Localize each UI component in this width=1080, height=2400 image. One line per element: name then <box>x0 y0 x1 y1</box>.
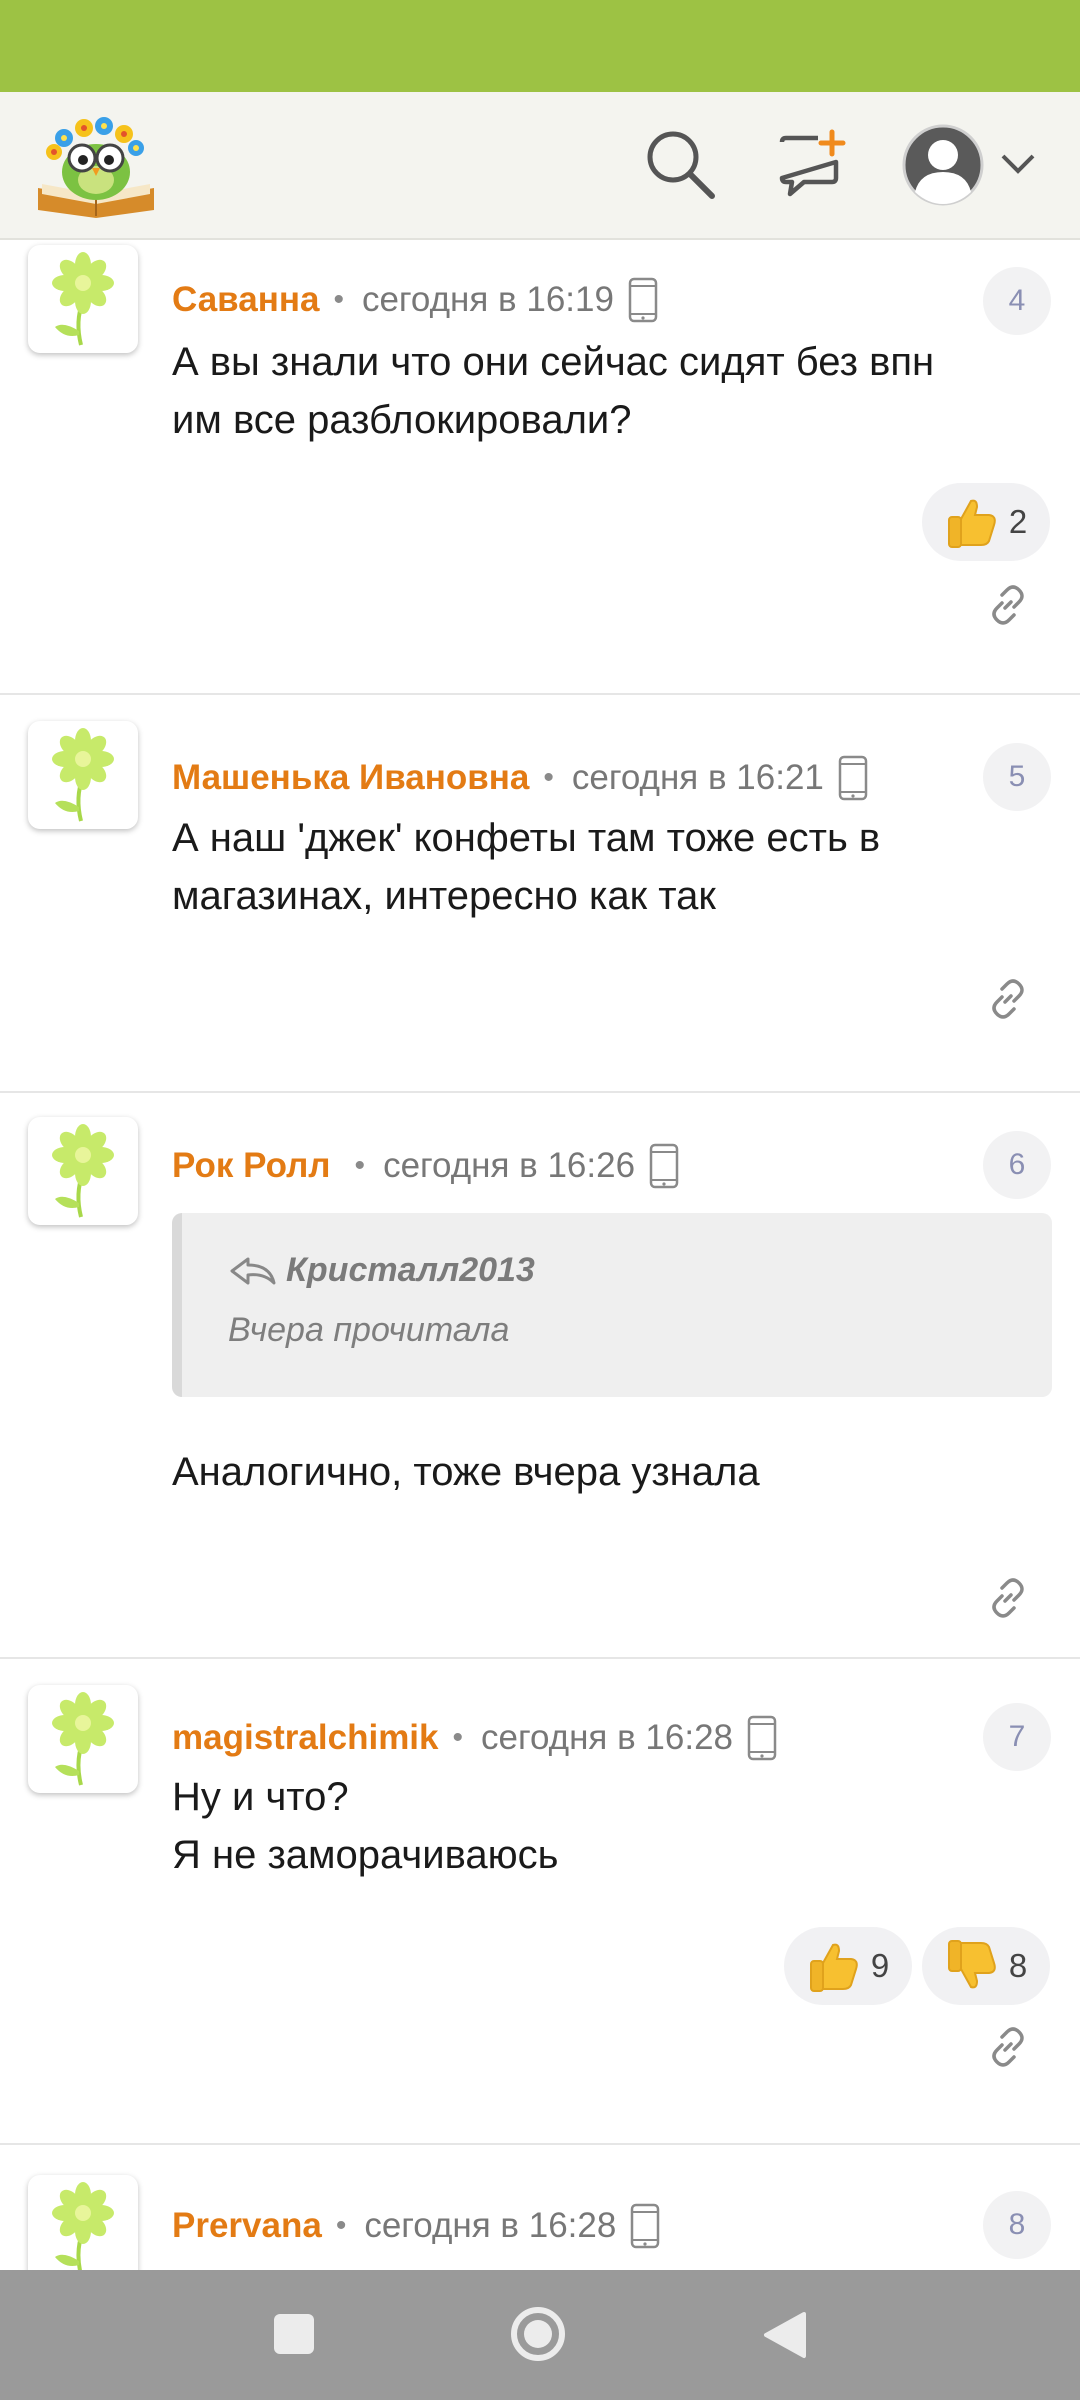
quote-author[interactable]: Кристалл2013 <box>286 1251 535 1290</box>
comment: magistralchimik • сегодня в 16:28 7 Ну и… <box>0 1659 1080 2145</box>
comment-date: сегодня в 16:21 <box>571 758 824 797</box>
comment: Машенька Ивановна • сегодня в 16:21 5 А … <box>0 695 1080 1093</box>
comment-text: Аналогично, тоже вчера узнала <box>172 1450 760 1494</box>
home-button[interactable] <box>508 2304 568 2364</box>
search-icon[interactable] <box>642 126 718 202</box>
quote-text: Вчера прочитала <box>228 1311 510 1349</box>
comment-author[interactable]: Рок Ролл <box>172 1146 331 1186</box>
app-header <box>0 92 1080 240</box>
dislike-button[interactable]: 8 <box>922 1927 1050 2005</box>
comment-date: сегодня в 16:28 <box>481 1718 734 1757</box>
thumbs-up-icon <box>945 495 999 549</box>
comment-author[interactable]: Машенька Ивановна <box>172 758 529 798</box>
mobile-phone-icon <box>649 1143 679 1189</box>
comment-author[interactable]: Prervana <box>172 2206 322 2246</box>
status-bar <box>0 0 1080 92</box>
mobile-phone-icon <box>747 1715 777 1761</box>
like-count: 2 <box>1008 503 1028 540</box>
comment: Рок Ролл • сегодня в 16:26 6 Кристалл201… <box>0 1093 1080 1659</box>
comment-author[interactable]: magistralchimik <box>172 1718 439 1758</box>
user-avatar-icon <box>902 124 984 206</box>
comment-text: Ну и что? Я не заморачиваюсь <box>172 1775 559 1877</box>
back-button[interactable] <box>760 2310 808 2360</box>
site-logo[interactable] <box>34 110 158 220</box>
comment-date: сегодня в 16:19 <box>361 280 614 319</box>
comment-number[interactable]: 7 <box>983 1703 1051 1771</box>
like-button[interactable]: 2 <box>922 483 1050 561</box>
link-icon[interactable] <box>986 1576 1030 1620</box>
comment-date: сегодня в 16:28 <box>364 2206 617 2245</box>
link-icon[interactable] <box>986 977 1030 1021</box>
thumbs-down-icon <box>945 1939 999 1993</box>
link-icon[interactable] <box>986 2025 1030 2069</box>
comment-number[interactable]: 5 <box>983 743 1051 811</box>
chevron-down-icon <box>1001 154 1035 174</box>
comment: Prervana • сегодня в 16:28 8 <box>0 2145 1080 2270</box>
comment: Саванна • сегодня в 16:19 4 А вы знали ч… <box>0 240 1080 695</box>
comment-text: А вы знали что они сейчас сидят без впн … <box>172 340 935 442</box>
system-navigation-bar <box>0 2270 1080 2400</box>
comment-author[interactable]: Саванна <box>172 280 319 320</box>
avatar[interactable] <box>28 721 138 829</box>
comment-text: А наш 'джек' конфеты там тоже есть в маг… <box>172 816 881 918</box>
link-icon[interactable] <box>986 583 1030 627</box>
comment-number[interactable]: 8 <box>983 2191 1051 2259</box>
user-menu-button[interactable] <box>898 120 1038 210</box>
recent-apps-button[interactable] <box>272 2312 316 2356</box>
thumbs-up-icon <box>807 1939 861 1993</box>
mobile-phone-icon <box>838 755 868 801</box>
quote-block: Кристалл2013 Вчера прочитала <box>172 1213 1052 1397</box>
mobile-phone-icon <box>628 277 658 323</box>
comment-number[interactable]: 4 <box>983 267 1051 335</box>
like-button[interactable]: 9 <box>784 1927 912 2005</box>
avatar[interactable] <box>28 1117 138 1225</box>
dislike-count: 8 <box>1008 1947 1028 1984</box>
comments-list: Саванна • сегодня в 16:19 4 А вы знали ч… <box>0 240 1080 2270</box>
like-count: 9 <box>870 1947 890 1984</box>
reply-arrow-icon <box>230 1257 276 1284</box>
mobile-phone-icon <box>630 2203 660 2249</box>
avatar[interactable] <box>28 1685 138 1793</box>
new-topic-icon[interactable] <box>774 128 848 202</box>
avatar[interactable] <box>28 2175 138 2270</box>
avatar[interactable] <box>28 245 138 353</box>
comment-number[interactable]: 6 <box>983 1131 1051 1199</box>
comment-date: сегодня в 16:26 <box>383 1146 636 1185</box>
